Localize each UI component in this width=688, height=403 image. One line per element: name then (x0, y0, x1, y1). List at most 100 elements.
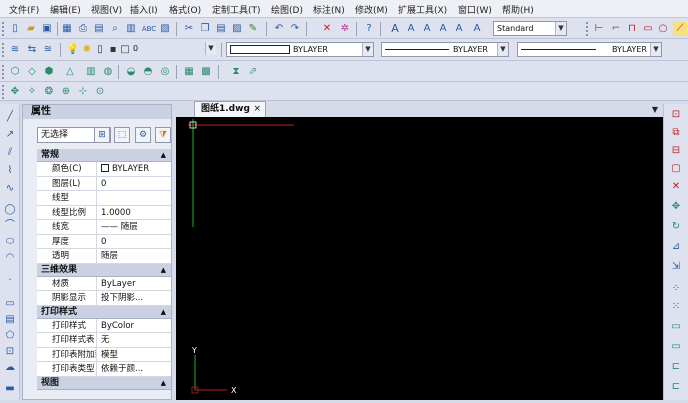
ray-icon[interactable]: ↗ (3, 128, 17, 142)
collapse-icon[interactable]: ▲ (161, 149, 166, 162)
paste-icon[interactable]: ▤ (214, 22, 228, 36)
property-row[interactable]: 材质 ByLayer (37, 276, 171, 291)
polyline-icon[interactable]: ⊓ (625, 22, 639, 36)
circle-tool-icon[interactable]: ◯ (3, 203, 17, 217)
dish-icon[interactable]: ◒ (124, 65, 138, 79)
color-select[interactable]: BYLAYER ▼ (226, 42, 374, 57)
menu-file[interactable]: 文件(F) (9, 3, 39, 16)
section-header[interactable]: 常规 ▲ (37, 149, 171, 162)
offset-icon[interactable]: ▢ (669, 162, 683, 176)
single-text-icon[interactable]: A (404, 22, 418, 36)
move-icon[interactable]: ✥ (669, 200, 683, 214)
property-row[interactable]: 打印样式表无 (37, 333, 171, 348)
edit-text-icon[interactable]: A (420, 22, 434, 36)
property-row[interactable]: 打印表类型 依赖于颜... (37, 362, 171, 377)
chamfer-icon[interactable]: ⊏ (669, 360, 683, 374)
property-value[interactable]: 1.0000 (98, 206, 171, 220)
linetype-select[interactable]: BYLAYER ▼ (381, 42, 509, 57)
copy-icon[interactable]: ❐ (198, 22, 212, 36)
orbit-icon[interactable]: ✧ (25, 85, 39, 99)
box-icon[interactable]: ⬡ (8, 65, 22, 79)
copy-object-icon[interactable]: ⧉ (669, 126, 683, 140)
collapse-icon[interactable]: ▲ (161, 306, 166, 319)
property-value[interactable] (98, 191, 171, 205)
construction-line-icon[interactable]: ⌐ (609, 22, 623, 36)
dome-icon[interactable]: ◓ (141, 65, 155, 79)
arc-tool-icon[interactable]: ⌒ (3, 219, 17, 233)
revision-cloud-icon[interactable]: ☁ (3, 361, 17, 375)
scale-icon[interactable]: ⊿ (669, 240, 683, 254)
pan-3d-icon[interactable]: ✥ (8, 85, 22, 99)
undo-icon[interactable]: ↶ (272, 22, 286, 36)
polygon-icon[interactable]: ⬠ (3, 329, 17, 343)
toolbar-grip[interactable] (2, 22, 5, 36)
menu-help[interactable]: 帮助(H) (502, 3, 534, 16)
region-icon[interactable]: ⊡ (3, 345, 17, 359)
property-row[interactable]: 图层(L) 0 (37, 176, 171, 191)
property-row[interactable]: 线型比例 1.0000 (37, 205, 171, 220)
spell-check-icon[interactable]: ABC (142, 22, 156, 36)
ellipse-arc-icon[interactable]: ◠ (3, 251, 17, 265)
pyramid-icon[interactable]: ⬢ (42, 65, 56, 79)
layer-on-icon[interactable]: 💡 (66, 43, 80, 57)
torus-icon[interactable]: ◎ (158, 65, 172, 79)
cut-icon[interactable]: ✂ (182, 22, 196, 36)
publish-icon[interactable]: ▥ (124, 22, 138, 36)
section-header[interactable]: 视图 ▲ (37, 376, 171, 390)
continuous-orbit-icon[interactable]: ⊹ (76, 85, 90, 99)
mesh-icon[interactable]: ▩ (199, 65, 213, 79)
property-value[interactable]: 0 (98, 235, 171, 249)
join-icon[interactable]: ▭ (669, 340, 683, 354)
extrude-icon[interactable]: ⧗ (229, 65, 243, 79)
rotate-icon[interactable]: ↻ (669, 220, 683, 234)
menu-format[interactable]: 格式(O) (169, 3, 201, 16)
menu-dimension[interactable]: 标注(N) (313, 3, 345, 16)
section-header[interactable]: 打印样式 ▲ (37, 305, 171, 319)
snap-icon[interactable]: ⊡ (669, 108, 683, 122)
layer-manager-icon[interactable]: ≋ (8, 43, 22, 57)
sphere-icon[interactable]: ◍ (101, 65, 115, 79)
new-file-icon[interactable]: ▯ (8, 22, 22, 36)
point-icon[interactable]: · (3, 274, 17, 288)
spline-icon[interactable]: ∿ (3, 182, 17, 196)
toggle-pickadd-icon[interactable]: ⊞ (94, 127, 110, 143)
array-icon[interactable]: ⁘ (669, 282, 683, 296)
ellipse-icon[interactable]: ⬭ (3, 235, 17, 249)
select-objects-icon[interactable]: ⬚ (114, 127, 130, 143)
menu-modify[interactable]: 修改(M) (355, 3, 388, 16)
property-value[interactable]: 依赖于颜... (98, 362, 171, 376)
fillet-icon[interactable]: ⊏ (669, 380, 683, 394)
menu-tools[interactable]: 定制工具(T) (212, 3, 261, 16)
block-icon[interactable]: ▬ (3, 382, 17, 396)
cone-icon[interactable]: △ (63, 65, 77, 79)
property-value[interactable]: 模型 (98, 348, 171, 362)
property-row[interactable]: 打印表附加到模型 (37, 347, 171, 362)
explode-icon[interactable]: ✲ (338, 22, 352, 36)
save-icon[interactable]: ▣ (40, 22, 54, 36)
property-row[interactable]: 颜色(C) BYLAYER (37, 162, 171, 177)
menu-extend[interactable]: 扩展工具(X) (398, 3, 447, 16)
zoom-3d-icon[interactable]: ⊕ (59, 85, 73, 99)
section-header[interactable]: 三维效果 ▲ (37, 263, 171, 277)
menu-edit[interactable]: 编辑(E) (50, 3, 81, 16)
revolve-icon[interactable]: ⬀ (246, 65, 260, 79)
find-text-icon[interactable]: A (436, 22, 450, 36)
collapse-icon[interactable]: ▲ (161, 377, 166, 390)
layer-select[interactable]: 0 ▼ (130, 42, 216, 57)
property-value[interactable]: —— 随层 (98, 220, 171, 234)
property-row[interactable]: 透明 随层 (37, 249, 171, 264)
menu-window[interactable]: 窗口(W) (458, 3, 492, 16)
redo-icon[interactable]: ↷ (288, 22, 302, 36)
menu-view[interactable]: 视图(V) (91, 3, 122, 16)
rectangle-tool-icon[interactable]: ▭ (3, 297, 17, 311)
filter-icon[interactable]: ⧩ (155, 127, 171, 143)
open-file-icon[interactable]: ▰ (24, 22, 38, 36)
rectangle-icon[interactable]: ▭ (641, 22, 655, 36)
xline-icon[interactable]: ⫽ (3, 146, 17, 160)
property-value[interactable]: 投下阴影... (98, 291, 171, 305)
collapse-icon[interactable]: ▲ (161, 264, 166, 277)
polyline-tool-icon[interactable]: ⌇ (3, 164, 17, 178)
paste-special-icon[interactable]: ▨ (230, 22, 244, 36)
clean-icon[interactable]: ▧ (158, 22, 172, 36)
delete-icon[interactable]: ✕ (320, 22, 334, 36)
